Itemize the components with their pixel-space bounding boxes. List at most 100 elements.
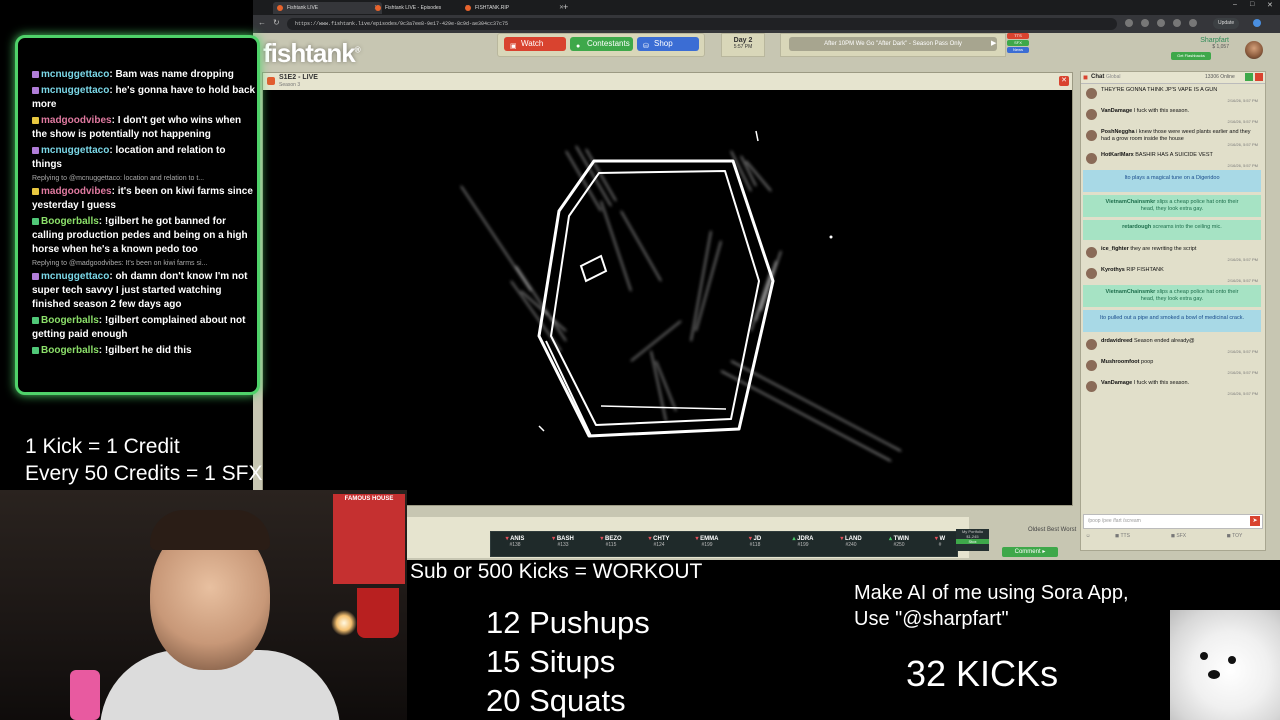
chat-message[interactable]: THEY'RE GONNA THINK JP'S VAPE IS A GUN 2/… bbox=[1083, 84, 1261, 103]
chat-username[interactable]: VietnamChainsmkr bbox=[1106, 289, 1156, 295]
chat-username[interactable]: VanDamage bbox=[1101, 380, 1132, 386]
contestant-anis[interactable]: ▾ ANIS #138 bbox=[491, 532, 539, 556]
chat-message[interactable]: ice_fighter they are rewriting the scrip… bbox=[1083, 243, 1261, 262]
chat-message[interactable]: PoshNeggha i knew those were weed plants… bbox=[1083, 126, 1261, 147]
extensions-puzzle-icon[interactable] bbox=[1189, 19, 1197, 27]
chat-close-icon[interactable] bbox=[1255, 73, 1263, 81]
close-window-icon[interactable]: ✕ bbox=[1267, 1, 1273, 9]
avatar[interactable] bbox=[1086, 109, 1097, 120]
tab-episodes[interactable]: Fishtank LIVE - Episodes ✕ bbox=[371, 2, 473, 14]
new-tab-icon[interactable]: + bbox=[563, 2, 568, 12]
kick-credit-text: 1 Kick = 1 Credit Every 50 Credits = 1 S… bbox=[25, 433, 263, 487]
avatar[interactable] bbox=[1086, 88, 1097, 99]
chat-username[interactable]: drdavidreed bbox=[1101, 338, 1132, 344]
chat-message[interactable]: VanDamage I fuck with this season. 2/16/2… bbox=[1083, 105, 1261, 124]
avatar[interactable] bbox=[1086, 381, 1097, 392]
contestant-bash[interactable]: ▾ BASH #133 bbox=[539, 532, 587, 556]
contestant-chty[interactable]: ▾ CHTY #124 bbox=[635, 532, 683, 556]
tab-label: FISHTANK.RIP bbox=[475, 5, 510, 11]
avatar[interactable] bbox=[1086, 360, 1097, 371]
chat-settings-icon[interactable] bbox=[1245, 73, 1253, 81]
update-button[interactable]: Update bbox=[1213, 18, 1240, 29]
chat-username[interactable]: VietnamChainsmkr bbox=[1106, 199, 1156, 205]
chat-message[interactable]: VietnamChainsmkr slips a cheap police ha… bbox=[1083, 195, 1261, 217]
chat-timestamp: 2/16/26, 5:57 PM bbox=[1227, 98, 1258, 103]
maximize-icon[interactable]: □ bbox=[1250, 1, 1254, 8]
contestant-value: # bbox=[938, 542, 942, 548]
bookmark-icon[interactable] bbox=[1157, 19, 1165, 27]
tab-toy[interactable]: ◼ TOY bbox=[1207, 530, 1262, 542]
profile-icon[interactable] bbox=[1253, 19, 1261, 27]
stream-chat-message: Boogerballs: !gilbert he did this bbox=[32, 344, 257, 358]
portfolio-widget[interactable]: My Portfolio $1,245 Stox bbox=[956, 529, 989, 551]
chat-message[interactable]: VietnamChainsmkr slips a cheap police ha… bbox=[1083, 285, 1261, 307]
contestant-jdra[interactable]: ▴ JDRA #199 bbox=[779, 532, 827, 556]
watch-button[interactable]: ▣ Watch bbox=[504, 37, 566, 51]
chat-message[interactable]: retardough screams into the ceiling mic. bbox=[1083, 220, 1261, 240]
contestant-jd[interactable]: ▾ JD #118 bbox=[731, 532, 779, 556]
chat-text: slips a cheap police hat onto their head… bbox=[1140, 289, 1239, 302]
chevron-right-icon[interactable]: ▶ bbox=[991, 39, 996, 47]
avatar[interactable] bbox=[1086, 247, 1097, 258]
shop-button[interactable]: ⛁ Shop bbox=[637, 37, 699, 51]
chat-message[interactable]: Ito plays a magical tune on a Digeridoo bbox=[1083, 170, 1261, 192]
shop-label: Shop bbox=[654, 39, 673, 48]
stream-chat-message: madgoodvibes: I don't get who wins when … bbox=[32, 115, 242, 140]
sora-handle-line: Use "@sharpfart" bbox=[854, 608, 1009, 630]
tab-tts[interactable]: ◼ TTS bbox=[1095, 530, 1150, 542]
chat-username[interactable]: Mushroomfoot bbox=[1101, 359, 1140, 365]
chat-message[interactable]: drdavidreed Season ended already@ 2/16/26… bbox=[1083, 335, 1261, 354]
chat-username[interactable]: PoshNeggha bbox=[1101, 129, 1135, 135]
url-field[interactable]: https://www.fishtank.live/episodes/9c3a7… bbox=[287, 18, 1117, 30]
chat-username[interactable]: ice_fighter bbox=[1101, 246, 1129, 252]
comment-button[interactable]: Comment ▸ bbox=[1002, 547, 1058, 557]
zoom-icon[interactable] bbox=[1125, 19, 1133, 27]
video-frame[interactable] bbox=[301, 91, 1033, 505]
avatar[interactable] bbox=[1086, 339, 1097, 350]
contestant-land[interactable]: ▾ LAND #240 bbox=[827, 532, 875, 556]
chat-input[interactable]: /poop /pee /fart /scream ➤ bbox=[1083, 514, 1263, 529]
chat-scope[interactable]: Global bbox=[1106, 74, 1120, 80]
chat-message[interactable]: VanDamage I fuck with this season. 2/16/2… bbox=[1083, 377, 1261, 396]
avatar[interactable] bbox=[1086, 130, 1097, 141]
tab-fishtank-rip[interactable]: FISHTANK.RIP ✕ bbox=[461, 2, 567, 14]
tab-fishtank-live[interactable]: Fishtank LIVE ✕ bbox=[273, 2, 382, 14]
emoji-icon[interactable]: ☺ bbox=[1083, 530, 1093, 542]
chat-message[interactable]: Ito pulled out a pipe and smoked a bowl … bbox=[1083, 310, 1261, 332]
share-icon[interactable] bbox=[1141, 19, 1149, 27]
chat-username[interactable]: VanDamage bbox=[1101, 108, 1132, 114]
chat-message[interactable]: Mushroomfoot poop 2/16/26, 5:57 PM bbox=[1083, 356, 1261, 375]
chat-message[interactable]: Kyrothys RIP FISHTANK 2/16/26, 5:57 PM bbox=[1083, 264, 1261, 283]
back-icon[interactable]: ← bbox=[258, 18, 266, 27]
tab-sfx[interactable]: ◼ SFX bbox=[1151, 530, 1206, 542]
contestant-twin[interactable]: ▴ TWIN #250 bbox=[875, 532, 923, 556]
contestant-w[interactable]: ▾ W # bbox=[923, 532, 957, 556]
contestant-bezo[interactable]: ▾ BEZO #115 bbox=[587, 532, 635, 556]
minimize-icon[interactable]: – bbox=[1233, 1, 1237, 8]
sfx-badge[interactable]: SFX bbox=[1007, 40, 1029, 46]
news-badge[interactable]: News bbox=[1007, 47, 1029, 53]
chat-message-list[interactable]: THEY'RE GONNA THINK JP'S VAPE IS A GUN 2/… bbox=[1083, 84, 1261, 502]
season-label: Season 3 bbox=[279, 82, 301, 88]
microphone bbox=[70, 670, 100, 720]
avatar[interactable] bbox=[1086, 268, 1097, 279]
chat-username[interactable]: HotKarlMarx bbox=[1101, 152, 1134, 158]
extension-icon[interactable] bbox=[1173, 19, 1181, 27]
contestant-emma[interactable]: ▾ EMMA #199 bbox=[683, 532, 731, 556]
avatar[interactable] bbox=[1086, 153, 1097, 164]
chat-username[interactable]: retardough bbox=[1122, 224, 1151, 230]
get-flashbacks-button[interactable]: Get Flashbacks bbox=[1171, 52, 1211, 60]
avatar[interactable] bbox=[1245, 41, 1263, 59]
chat-username[interactable]: Kyrothys bbox=[1101, 267, 1125, 273]
fishtank-logo[interactable]: fishtank® bbox=[263, 38, 361, 69]
close-icon[interactable]: ✕ bbox=[1059, 76, 1069, 86]
sort-options[interactable]: Oldest Best Worst bbox=[1028, 527, 1076, 533]
chat-icon: ◼ bbox=[1083, 75, 1088, 81]
contestants-button[interactable]: ● Contestants bbox=[570, 37, 633, 51]
stox-button[interactable]: Stox bbox=[956, 539, 989, 544]
reload-icon[interactable]: ↻ bbox=[273, 18, 280, 27]
chat-message[interactable]: HotKarlMarx BASHIR HAS A SUICIDE VEST 2/1… bbox=[1083, 149, 1261, 168]
tts-badge[interactable]: TTS bbox=[1007, 33, 1029, 39]
send-icon[interactable]: ➤ bbox=[1250, 516, 1260, 526]
trend-down-icon: ▾ bbox=[600, 536, 604, 542]
